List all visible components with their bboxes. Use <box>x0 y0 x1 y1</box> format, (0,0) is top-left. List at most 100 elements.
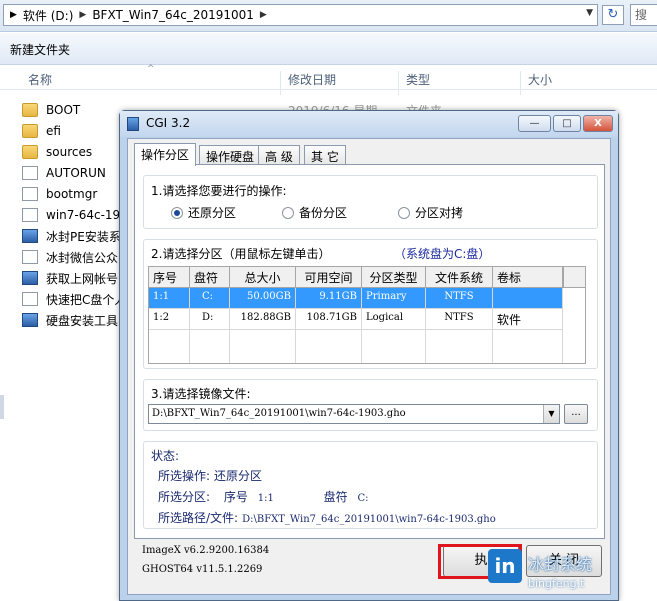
header-cell[interactable]: 总大小 <box>230 267 296 288</box>
refresh-icon[interactable]: ↻ <box>602 5 624 25</box>
radio-label: 分区对拷 <box>415 206 464 220</box>
radio-copy[interactable]: 分区对拷 <box>398 204 463 221</box>
explorer-toolbar: 新建文件夹 <box>0 33 657 65</box>
column-divider[interactable] <box>280 71 281 95</box>
tab-partition[interactable]: 操作分区 <box>134 143 197 166</box>
tab-disk[interactable]: 操作硬盘 <box>199 145 262 165</box>
cell <box>493 288 563 309</box>
list-item[interactable]: 快速把C盘个人 <box>22 289 122 309</box>
header-cell[interactable]: 卷标 <box>493 267 563 288</box>
cell: C: <box>190 288 230 309</box>
column-name[interactable]: 名称 <box>28 71 52 88</box>
header-cell[interactable]: 盘符 <box>190 267 230 288</box>
file-icon <box>22 187 38 201</box>
list-item[interactable]: win7-64c-19 <box>22 205 122 225</box>
status-value: D:\BFXT_Win7_64c_20191001\win7-64c-1903.… <box>242 514 496 525</box>
column-divider[interactable] <box>398 71 399 95</box>
column-divider[interactable] <box>520 71 521 95</box>
chevron-down-icon[interactable]: ▼ <box>543 405 559 423</box>
column-type[interactable]: 类型 <box>406 71 430 88</box>
image-label: 3.请选择镜像文件: <box>151 387 251 401</box>
column-size[interactable]: 大小 <box>528 71 552 88</box>
tab-other[interactable]: 其 它 <box>304 145 346 165</box>
title-bar[interactable]: CGI 3.2 — □ X <box>120 111 618 137</box>
radio-icon <box>398 206 410 219</box>
partition-table[interactable]: 序号 盘符 总大小 可用空间 分区类型 文件系统 卷标 1:1 C: 50.00… <box>148 266 586 364</box>
list-item[interactable]: BOOT <box>22 100 122 120</box>
cell: 182.88GB <box>230 309 296 330</box>
address-bar-area: ▶ 软件 (D:) ▶ BFXT_Win7_64c_20191001 ▶ ▼ ↻… <box>0 0 657 32</box>
shortcut-icon <box>22 292 38 306</box>
new-folder-button[interactable]: 新建文件夹 <box>10 41 70 58</box>
list-item[interactable]: AUTORUN <box>22 163 122 183</box>
chevron-icon[interactable]: ▶ <box>79 10 86 20</box>
column-date[interactable]: 修改日期 <box>288 71 336 88</box>
operation-group: 1.请选择您要进行的操作: 还原分区 备份分区 分区对拷 <box>143 175 598 229</box>
tab-advanced[interactable]: 高 级 <box>258 145 300 165</box>
radio-restore[interactable]: 还原分区 <box>171 204 236 221</box>
app-icon <box>127 117 139 131</box>
radio-backup[interactable]: 备份分区 <box>282 204 347 221</box>
status-label: 状态: <box>151 449 180 463</box>
maximize-button[interactable]: □ <box>553 115 581 132</box>
folder-icon <box>22 145 38 159</box>
minimize-button[interactable]: — <box>518 115 551 132</box>
browse-button[interactable]: ... <box>564 404 588 424</box>
gho-file-icon <box>22 208 38 222</box>
grid-line <box>295 288 296 363</box>
radio-label: 备份分区 <box>299 206 348 220</box>
table-row[interactable]: 1:1 C: 50.00GB 9.11GB Primary NTFS <box>149 288 563 309</box>
scroll-marker[interactable] <box>0 395 4 419</box>
file-name: efi <box>46 124 61 138</box>
list-item[interactable]: 硬盘安装工具 <box>22 310 122 330</box>
breadcrumb-drive[interactable]: 软件 (D:) <box>23 7 73 24</box>
image-path-select[interactable]: D:\BFXT_Win7_64c_20191001\win7-64c-1903.… <box>148 404 560 424</box>
file-name: bootmgr <box>46 187 98 201</box>
breadcrumb-folder[interactable]: BFXT_Win7_64c_20191001 <box>92 8 254 22</box>
status-path: 所选路径/文件: D:\BFXT_Win7_64c_20191001\win7-6… <box>158 509 496 526</box>
list-item[interactable]: 冰封PE安装系 <box>22 226 122 246</box>
watermark-logo: in <box>488 549 522 583</box>
list-item[interactable]: 冰封微信公众 <box>22 247 122 267</box>
header-cell[interactable]: 可用空间 <box>296 267 362 288</box>
operation-label: 1.请选择您要进行的操作: <box>151 184 287 198</box>
cell: Logical <box>362 309 426 330</box>
window-client: 操作分区 操作硬盘 高 级 其 它 1.请选择您要进行的操作: 还原分区 备份分… <box>127 138 611 595</box>
status-key: 所选操作: <box>158 469 211 483</box>
header-cell[interactable]: 文件系统 <box>426 267 493 288</box>
status-value: 还原分区 <box>214 469 263 483</box>
system-disk-note: （系统盘为C:盘） <box>394 247 491 261</box>
folder-icon <box>22 103 38 117</box>
cell: NTFS <box>426 288 493 309</box>
address-bar[interactable]: ▶ 软件 (D:) ▶ BFXT_Win7_64c_20191001 ▶ ▼ <box>3 4 598 26</box>
table-row[interactable]: 1:2 D: 182.88GB 108.71GB Logical NTFS 软件 <box>149 309 563 330</box>
file-name: 冰封微信公众 <box>46 250 119 265</box>
close-window-button[interactable]: X <box>583 115 613 132</box>
status-operation: 所选操作: 还原分区 <box>158 467 262 484</box>
list-item[interactable]: 获取上网帐号 <box>22 268 122 288</box>
partition-group: 2.请选择分区（用鼠标左键单击） （系统盘为C:盘） 序号 盘符 总大小 可用空… <box>143 239 598 369</box>
search-input[interactable]: 搜 <box>630 4 657 26</box>
chevron-icon: ▶ <box>10 10 17 20</box>
grid-line <box>229 288 230 363</box>
image-file-icon <box>22 250 38 264</box>
grid-line <box>361 288 362 363</box>
file-name: BOOT <box>46 103 81 117</box>
file-name: sources <box>46 145 93 159</box>
list-item[interactable]: efi <box>22 121 122 141</box>
dropdown-arrow-icon[interactable]: ▼ <box>586 8 593 18</box>
status-value: C: <box>357 493 369 504</box>
chevron-icon[interactable]: ▶ <box>260 10 267 20</box>
file-name: AUTORUN <box>46 166 106 180</box>
cell: Primary <box>362 288 426 309</box>
radio-label: 还原分区 <box>188 206 237 220</box>
cell: 108.71GB <box>296 309 362 330</box>
watermark: in 冰封系统 bingfeng.t <box>484 543 657 601</box>
header-cell[interactable]: 分区类型 <box>362 267 426 288</box>
watermark-url: bingfeng.t <box>528 577 585 590</box>
app-icon <box>22 229 38 243</box>
header-cell[interactable]: 序号 <box>149 267 190 288</box>
table-header: 序号 盘符 总大小 可用空间 分区类型 文件系统 卷标 <box>149 267 563 288</box>
list-item[interactable]: bootmgr <box>22 184 122 204</box>
list-item[interactable]: sources <box>22 142 122 162</box>
